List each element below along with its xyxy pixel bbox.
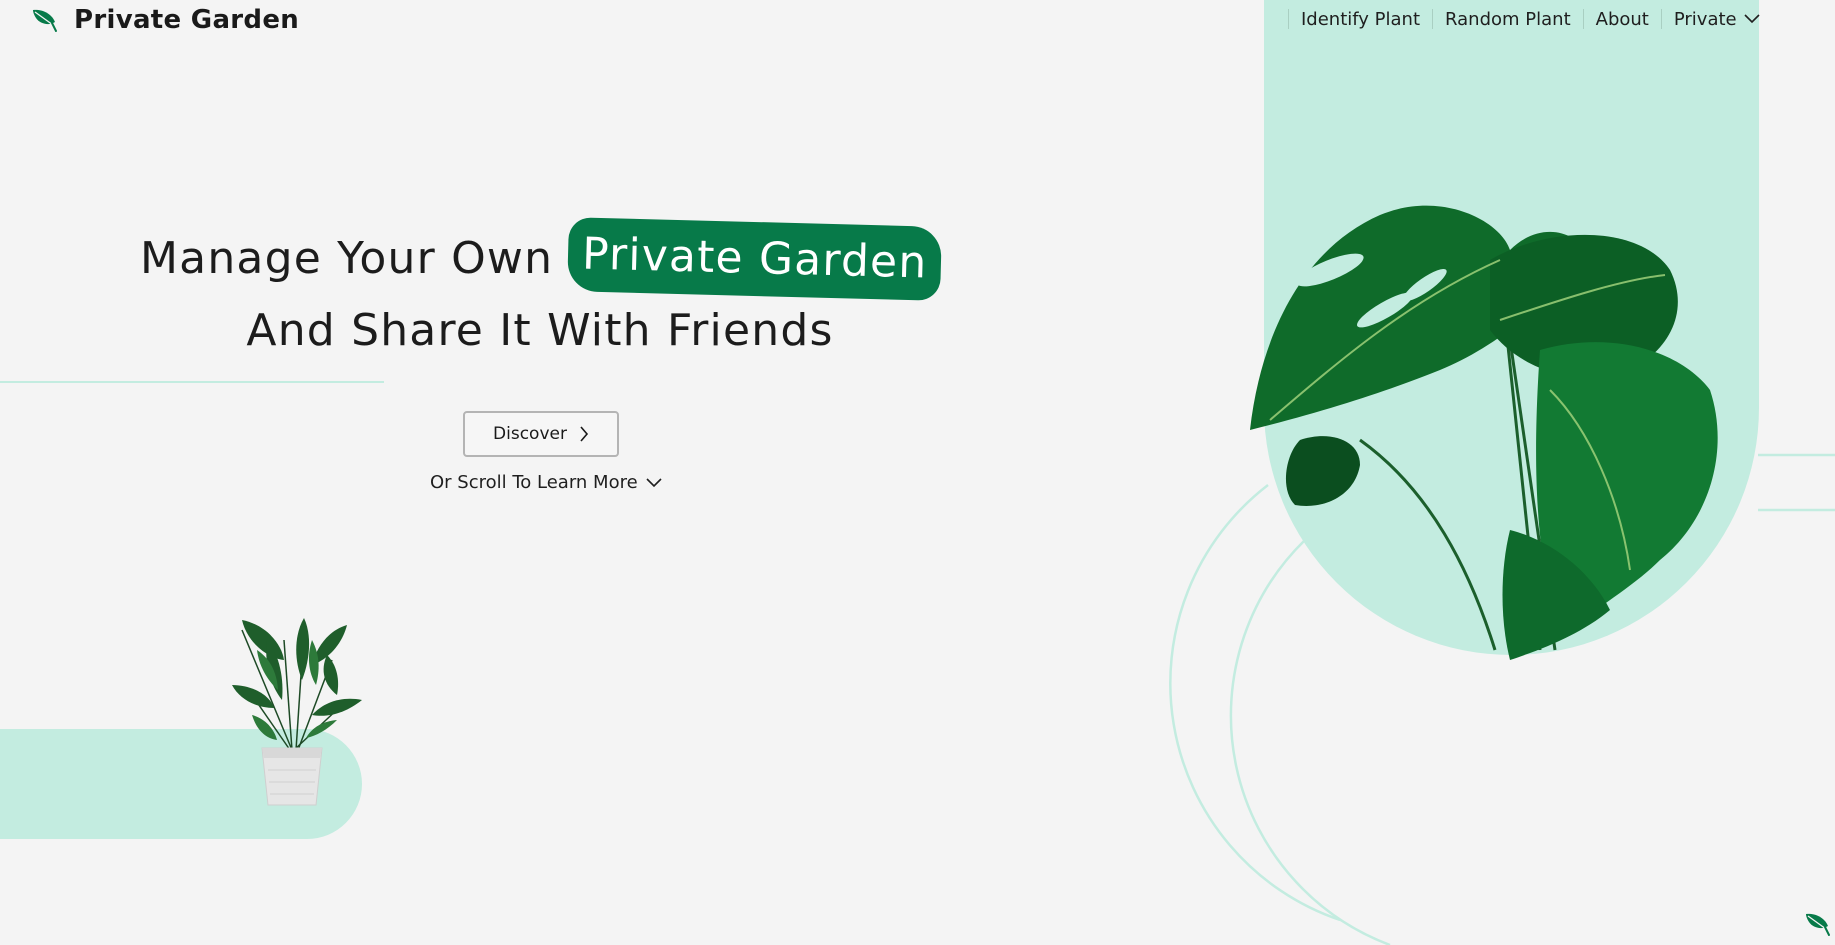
top-nav: Identify Plant Random Plant About Privat… <box>1288 4 1772 34</box>
hero-title-highlight: Private Garden <box>567 217 943 301</box>
leaf-icon[interactable] <box>1803 910 1831 938</box>
chevron-down-icon <box>646 477 662 487</box>
monstera-plant-image <box>1250 205 1718 660</box>
nav-item-private-label: Private <box>1673 8 1737 30</box>
hero-title-line-2: And Share It With Friends <box>246 305 834 356</box>
scroll-hint[interactable]: Or Scroll To Learn More <box>430 472 662 493</box>
leaf-icon <box>33 9 57 32</box>
hero-title-line-1: Manage Your Own Private Garden <box>140 217 943 301</box>
divider-line <box>0 381 384 383</box>
discover-button[interactable]: Discover <box>463 411 619 457</box>
nav-item-private-dropdown[interactable]: Private <box>1662 9 1772 30</box>
scroll-hint-text: Or Scroll To Learn More <box>430 472 638 493</box>
chevron-down-icon <box>1744 14 1760 24</box>
discover-label: Discover <box>493 424 567 444</box>
nav-item-random-plant[interactable]: Random Plant <box>1433 9 1583 30</box>
chevron-right-icon <box>580 426 589 442</box>
nav-item-identify-plant[interactable]: Identify Plant <box>1289 9 1432 30</box>
nav-item-about[interactable]: About <box>1584 9 1661 30</box>
hero-title: Manage Your Own Private Garden And Share… <box>140 217 943 366</box>
hero-title-text: Manage Your Own <box>140 233 554 284</box>
potted-plant-image <box>232 618 362 806</box>
brand-logo[interactable]: Private Garden <box>30 2 299 38</box>
brand-name: Private Garden <box>74 5 300 35</box>
